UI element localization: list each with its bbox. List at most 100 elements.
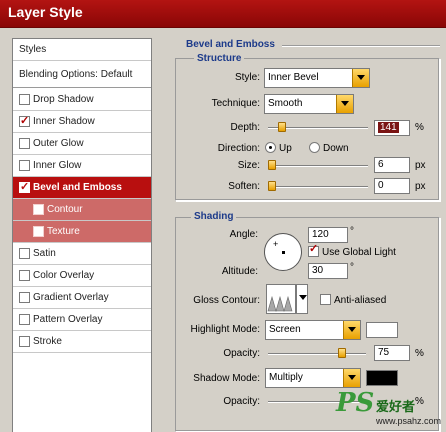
gloss-contour-preview[interactable]: [266, 284, 296, 314]
technique-select[interactable]: Smooth: [264, 94, 354, 114]
angle-input[interactable]: 120: [308, 227, 348, 243]
style-item-checkbox[interactable]: [19, 160, 30, 171]
style-item-checkbox[interactable]: [19, 138, 30, 149]
depth-unit: %: [415, 122, 424, 133]
style-select-value: Inner Bevel: [268, 72, 319, 83]
title-bar: Layer Style: [0, 0, 446, 28]
style-item-label: Color Overlay: [33, 270, 95, 281]
direction-down-radio[interactable]: [309, 142, 320, 153]
style-item-outer-glow[interactable]: Outer Glow: [13, 133, 151, 155]
shadow-mode-label: Shadow Mode:: [193, 373, 260, 384]
style-item-checkbox[interactable]: [19, 248, 30, 259]
highlight-opacity-input[interactable]: 75: [374, 345, 410, 361]
shading-title: Shading: [191, 211, 237, 222]
watermark-text: 爱好者: [376, 399, 416, 414]
soften-input[interactable]: 0: [374, 178, 410, 194]
style-item-pattern-overlay[interactable]: Pattern Overlay: [13, 309, 151, 331]
style-item-gradient-overlay[interactable]: Gradient Overlay: [13, 287, 151, 309]
global-light-checkbox[interactable]: [308, 242, 319, 257]
style-label: Style:: [234, 72, 260, 83]
watermark-logo: PS: [336, 388, 375, 418]
bevel-title-rule: [282, 45, 440, 47]
site-watermark: PS 爱好者 www.psahz.com: [336, 388, 446, 432]
structure-title: Structure: [194, 53, 245, 64]
direction-label: Direction:: [217, 143, 260, 154]
size-input[interactable]: 6: [374, 157, 410, 173]
style-item-color-overlay[interactable]: Color Overlay: [13, 265, 151, 287]
altitude-unit: °: [350, 262, 354, 273]
contour-curve-icon: [267, 295, 293, 313]
styles-panel: Styles Blending Options: Default Drop Sh…: [12, 38, 152, 432]
soften-label: Soften:: [228, 181, 260, 192]
style-item-drop-shadow[interactable]: Drop Shadow: [13, 89, 151, 111]
style-item-checkbox[interactable]: [19, 270, 30, 281]
shadow-color-swatch[interactable]: [366, 370, 398, 386]
altitude-input[interactable]: 30: [308, 263, 348, 279]
highlight-mode-label: Highlight Mode:: [190, 324, 260, 335]
depth-label: Depth:: [230, 122, 260, 133]
style-item-satin[interactable]: Satin: [13, 243, 151, 265]
depth-slider-thumb[interactable]: [278, 122, 286, 132]
style-item-checkbox[interactable]: [33, 204, 44, 215]
highlight-color-swatch[interactable]: [366, 322, 398, 338]
angle-unit: °: [350, 226, 354, 237]
soften-slider-thumb[interactable]: [268, 181, 276, 191]
altitude-label: Altitude:: [221, 266, 258, 277]
chevron-down-icon: [299, 295, 307, 300]
style-item-checkbox[interactable]: [19, 94, 30, 105]
shadow-mode-value: Multiply: [269, 372, 303, 383]
style-item-inner-glow[interactable]: Inner Glow: [13, 155, 151, 177]
styles-header[interactable]: Styles: [13, 39, 151, 61]
soften-slider[interactable]: [268, 186, 368, 188]
chevron-down-icon: [343, 369, 360, 387]
style-select[interactable]: Inner Bevel: [264, 68, 370, 88]
style-item-label: Gradient Overlay: [33, 292, 109, 303]
style-item-label: Pattern Overlay: [33, 314, 103, 325]
style-item-label: Outer Glow: [33, 138, 84, 149]
highlight-mode-select[interactable]: Screen: [265, 320, 361, 340]
highlight-opacity-thumb[interactable]: [337, 348, 346, 358]
chevron-down-icon: [336, 95, 353, 113]
style-item-checkbox[interactable]: [19, 111, 30, 132]
blending-options[interactable]: Blending Options: Default: [13, 62, 151, 88]
direction-up-label: Up: [279, 143, 292, 154]
angle-label: Angle:: [229, 229, 258, 240]
blending-options-label: Blending Options: Default: [19, 69, 133, 80]
gloss-contour-dropdown[interactable]: [296, 284, 308, 314]
style-item-contour[interactable]: Contour: [13, 199, 151, 221]
depth-input[interactable]: 141: [374, 120, 410, 136]
style-item-texture[interactable]: Texture: [13, 221, 151, 243]
style-item-label: Bevel and Emboss: [33, 182, 122, 193]
style-item-checkbox[interactable]: [19, 336, 30, 347]
gloss-contour-label: Gloss Contour:: [193, 295, 260, 306]
style-item-checkbox[interactable]: [19, 292, 30, 303]
shadow-opacity-label: Opacity:: [223, 396, 260, 407]
style-item-label: Drop Shadow: [33, 94, 94, 105]
style-item-label: Contour: [47, 204, 83, 215]
size-slider[interactable]: [268, 165, 368, 167]
highlight-opacity-label: Opacity:: [223, 348, 260, 359]
direction-up-radio[interactable]: [265, 142, 276, 153]
style-item-label: Inner Shadow: [33, 116, 95, 127]
style-item-checkbox[interactable]: [19, 177, 30, 198]
style-item-stroke[interactable]: Stroke: [13, 331, 151, 353]
anti-aliased-checkbox[interactable]: [320, 294, 331, 305]
shadow-mode-select[interactable]: Multiply: [265, 368, 361, 388]
watermark-url: www.psahz.com: [376, 416, 442, 426]
highlight-opacity-unit: %: [415, 348, 424, 359]
style-item-label: Inner Glow: [33, 160, 82, 171]
angle-dial[interactable]: +: [264, 233, 302, 271]
direction-down-label: Down: [323, 143, 349, 154]
style-item-inner-shadow[interactable]: Inner Shadow: [13, 111, 151, 133]
style-item-checkbox[interactable]: [33, 226, 44, 237]
style-item-bevel-and-emboss[interactable]: Bevel and Emboss: [13, 177, 151, 199]
size-slider-thumb[interactable]: [268, 160, 276, 170]
window-title: Layer Style: [8, 4, 83, 20]
anti-aliased-label: Anti-aliased: [334, 295, 387, 306]
highlight-opacity-slider[interactable]: [268, 353, 366, 355]
style-item-label: Texture: [47, 226, 80, 237]
styles-header-label: Styles: [19, 44, 47, 55]
style-item-label: Stroke: [33, 336, 62, 347]
chevron-down-icon: [343, 321, 360, 339]
style-item-checkbox[interactable]: [19, 314, 30, 325]
